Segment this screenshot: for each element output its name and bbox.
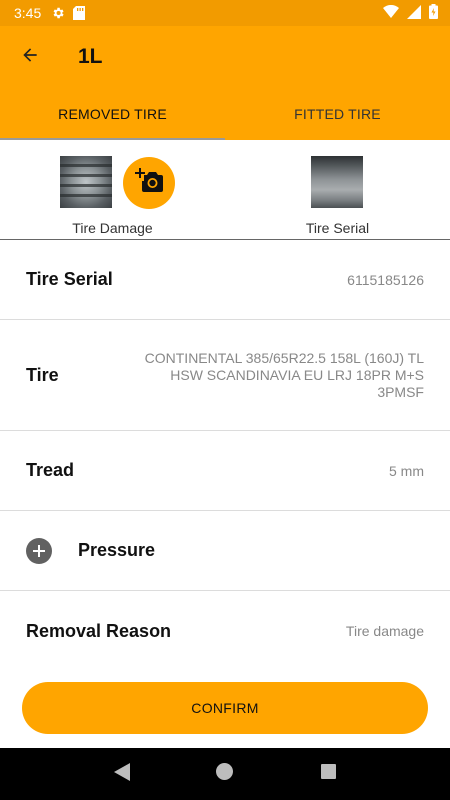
arrow-left-icon xyxy=(20,45,40,70)
plus-circle-icon[interactable] xyxy=(26,537,52,564)
battery-icon xyxy=(429,4,438,22)
tab-removed-tire[interactable]: REMOVED TIRE xyxy=(0,88,225,140)
tire-serial-value: 6115185126 xyxy=(347,271,424,288)
tire-value: CONTINENTAL 385/65R22.5 158L (160J) TL H… xyxy=(144,349,424,400)
square-recents-icon xyxy=(320,764,336,784)
tire-damage-label: Tire Damage xyxy=(72,220,153,236)
tire-serial-thumbnail[interactable] xyxy=(311,156,363,208)
tire-serial-row-label: Tire Serial xyxy=(26,269,113,289)
tire-serial-label: Tire Serial xyxy=(305,220,370,236)
tire-damage-photo-group: Tire Damage xyxy=(0,140,225,240)
add-photo-icon xyxy=(135,167,163,199)
tab-fitted-tire[interactable]: FITTED TIRE xyxy=(225,88,450,140)
tire-serial-photo-group: Tire Serial xyxy=(225,140,450,240)
nav-recents-button[interactable] xyxy=(308,754,348,794)
page-title: 1L xyxy=(78,45,103,68)
wifi-icon xyxy=(383,4,399,21)
removal-reason-row: Removal Reason Tire damage xyxy=(0,591,450,671)
nav-home-button[interactable] xyxy=(205,754,245,794)
back-button[interactable] xyxy=(0,26,60,88)
tire-row: Tire CONTINENTAL 385/65R22.5 158L (160J)… xyxy=(0,320,450,431)
gear-icon xyxy=(51,6,65,20)
tread-row: Tread 5 mm xyxy=(0,431,450,511)
nav-back-button[interactable] xyxy=(102,754,142,794)
tread-value: 5 mm xyxy=(389,462,424,479)
tread-row-label: Tread xyxy=(26,460,75,480)
triangle-back-icon xyxy=(113,762,130,786)
status-time: 3:45 xyxy=(14,5,42,21)
app-bar: 1L xyxy=(0,26,450,88)
pressure-row-label: Pressure xyxy=(78,540,156,560)
tire-serial-row: Tire Serial 6115185126 xyxy=(0,240,450,320)
removal-reason-row-label: Removal Reason xyxy=(26,620,172,641)
tab-bar: REMOVED TIRE FITTED TIRE xyxy=(0,88,450,140)
confirm-button[interactable]: CONFIRM xyxy=(22,682,428,734)
status-bar: 3:45 xyxy=(0,0,450,26)
add-photo-button[interactable] xyxy=(123,157,175,209)
tire-row-label: Tire xyxy=(26,364,59,385)
photo-section: Tire Damage Tire Serial xyxy=(0,140,450,240)
removal-reason-value: Tire damage xyxy=(345,623,424,639)
signal-icon xyxy=(407,4,421,22)
pressure-row[interactable]: Pressure xyxy=(0,511,450,591)
system-nav-bar xyxy=(0,748,450,800)
sd-card-icon xyxy=(73,6,86,20)
circle-home-icon xyxy=(216,763,234,785)
tire-damage-thumbnail[interactable] xyxy=(60,156,112,208)
